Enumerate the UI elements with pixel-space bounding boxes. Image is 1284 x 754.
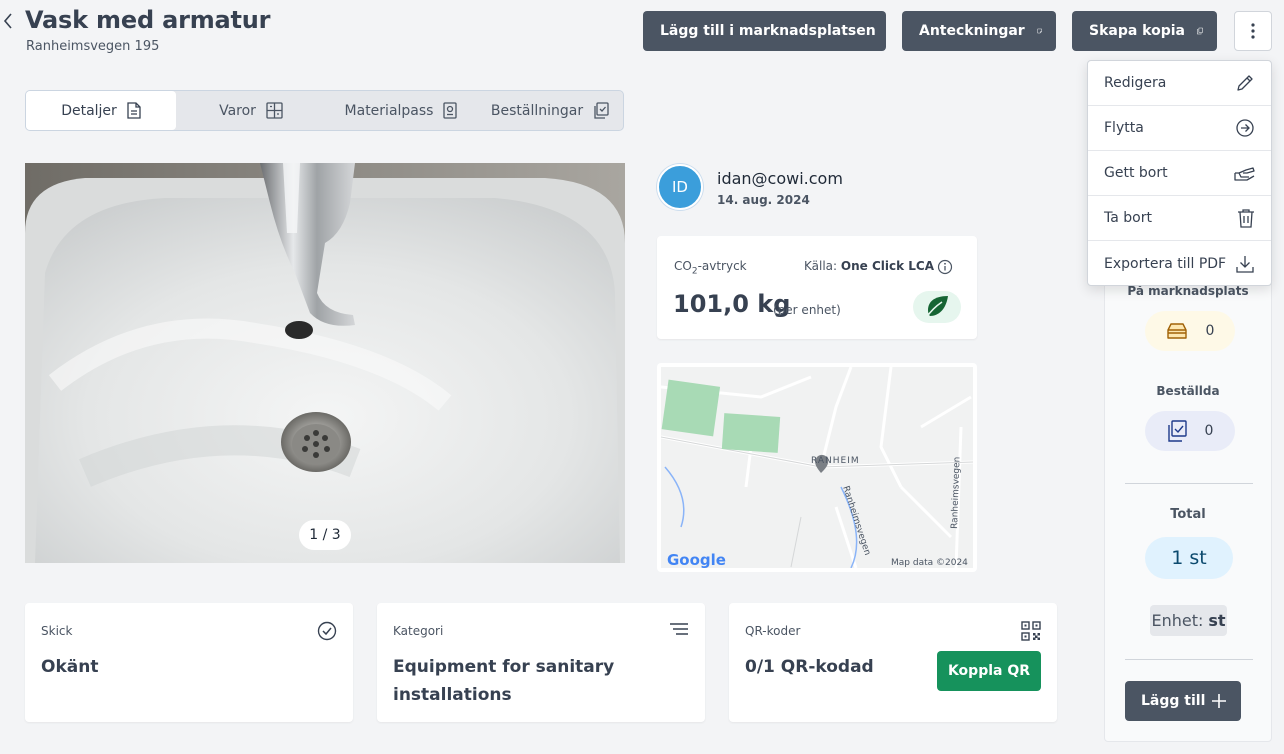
tab-bar: Detaljer Varor Materialpass Beställninga… <box>25 90 624 131</box>
more-options-menu: Redigera Flytta Gett bort Ta bort Export… <box>1087 60 1272 286</box>
created-date: 14. aug. 2024 <box>717 193 810 207</box>
total-value: 1 st <box>1145 537 1233 579</box>
map-attribution: Map data ©2024 <box>891 558 968 568</box>
more-options-button[interactable] <box>1234 11 1272 51</box>
co2-source: Källa: One Click LCA <box>804 259 935 273</box>
map-image: RANHEIM Ranheimsvegen Ranheimsvegen Goog… <box>660 366 974 569</box>
tab-items[interactable]: Varor <box>176 91 326 130</box>
info-icon[interactable] <box>937 259 953 279</box>
total-label: Total <box>1170 507 1206 522</box>
tab-details[interactable]: Detaljer <box>26 91 176 130</box>
menu-item-move[interactable]: Flytta <box>1088 106 1271 151</box>
qr-value: 0/1 QR-kodad <box>745 657 874 677</box>
location-map[interactable]: RANHEIM Ranheimsvegen Ranheimsvegen Goog… <box>657 363 977 572</box>
marketplace-icon <box>1166 323 1187 339</box>
condition-value: Okänt <box>41 657 99 677</box>
note-icon <box>1037 28 1042 34</box>
co2-card <box>657 236 977 339</box>
give-hand-icon <box>1234 167 1255 181</box>
condition-card: Skick Okänt <box>25 603 353 722</box>
product-photo[interactable] <box>25 163 625 563</box>
avatar: ID <box>657 164 703 210</box>
passport-icon <box>443 102 458 119</box>
menu-item-delete[interactable]: Ta bort <box>1088 196 1271 241</box>
menu-item-edit[interactable]: Redigera <box>1088 61 1271 106</box>
condition-label: Skick <box>41 624 73 638</box>
tab-orders[interactable]: Beställningar <box>476 91 624 130</box>
add-to-marketplace-button[interactable]: Lägg till i marknadsplatsen <box>643 11 886 51</box>
download-icon <box>1236 255 1254 273</box>
category-value: Equipment for sanitary installations <box>393 657 615 705</box>
qr-label: QR-koder <box>745 624 801 638</box>
user-email: idan@cowi.com <box>717 169 843 188</box>
add-button[interactable]: Lägg till <box>1125 681 1241 721</box>
items-grid-icon <box>266 102 283 119</box>
category-card: Kategori Equipment for sanitary installat… <box>377 603 705 722</box>
co2-per-unit: (per enhet) <box>773 303 841 317</box>
sink-image <box>25 163 625 563</box>
divider <box>1125 483 1253 484</box>
unit-chip: Enhet: st <box>1150 605 1227 636</box>
marketplace-label: På marknadsplats <box>1127 284 1249 298</box>
pencil-icon <box>1237 75 1253 91</box>
ordered-count-pill: 0 <box>1145 411 1235 451</box>
image-counter: 1 / 3 <box>299 520 351 550</box>
menu-item-export-pdf[interactable]: Exportera till PDF <box>1088 241 1271 286</box>
kebab-menu-icon <box>1251 23 1255 39</box>
notes-button[interactable]: Anteckningar <box>902 11 1056 51</box>
ordered-label: Beställda <box>1156 384 1220 398</box>
orders-clipboard-icon <box>594 102 609 119</box>
map-place-label: RANHEIM <box>811 456 860 466</box>
arrow-circle-icon <box>1236 119 1254 137</box>
co2-label: CO2-avtryck <box>674 259 747 277</box>
document-icon <box>127 102 141 119</box>
leaf-icon <box>925 296 948 319</box>
tab-material-passport[interactable]: Materialpass <box>326 91 476 130</box>
copy-icon <box>1197 27 1203 35</box>
page-subtitle: Ranheimsvegen 195 <box>26 39 160 54</box>
qr-code-icon <box>1021 621 1041 641</box>
menu-item-give-away[interactable]: Gett bort <box>1088 151 1271 196</box>
eco-badge <box>913 291 961 323</box>
list-lines-icon <box>670 623 688 635</box>
divider <box>1125 659 1253 660</box>
orders-clipboard-icon <box>1167 420 1187 442</box>
plus-icon <box>1212 694 1226 708</box>
marketplace-count-pill: 0 <box>1145 311 1235 351</box>
google-logo: Google <box>667 551 726 568</box>
category-label: Kategori <box>393 624 444 638</box>
create-copy-button[interactable]: Skapa kopia <box>1072 11 1217 51</box>
page-title: Vask med armatur <box>25 6 271 34</box>
chevron-left-icon <box>3 13 12 29</box>
trash-icon <box>1238 209 1254 228</box>
qr-card: QR-koder 0/1 QR-kodad Koppla QR <box>729 603 1057 722</box>
check-badge-icon <box>317 621 337 641</box>
back-button[interactable] <box>0 8 16 34</box>
link-qr-button[interactable]: Koppla QR <box>937 651 1041 691</box>
